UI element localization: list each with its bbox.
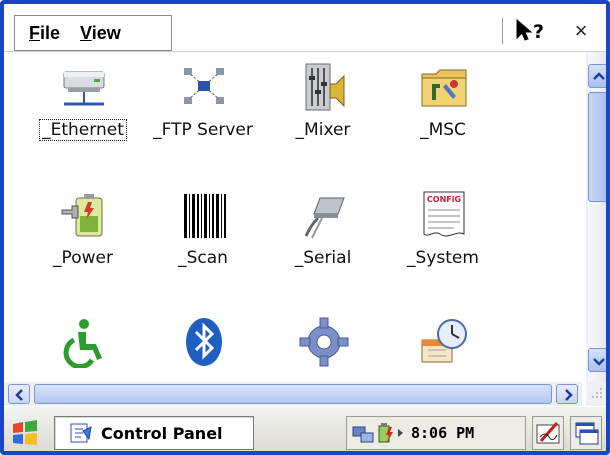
svg-text:CONFiG: CONFiG <box>427 195 461 204</box>
vertical-scroll-thumb[interactable] <box>588 92 606 202</box>
scroll-down-button[interactable] <box>588 348 606 372</box>
system-tray: 8:06 PM <box>346 416 526 450</box>
windows-flag-icon <box>13 420 37 445</box>
item-serial[interactable]: _Serial <box>264 188 382 298</box>
chevron-right-icon <box>565 389 573 401</box>
chevron-up-icon <box>593 72 605 80</box>
scroll-right-button[interactable] <box>556 384 578 404</box>
icon-label: _Mixer <box>295 120 351 140</box>
bluetooth-icon <box>186 318 222 366</box>
help-button[interactable]: ? <box>514 17 550 45</box>
close-button[interactable]: × <box>567 17 595 45</box>
item-ethernet[interactable]: _Ethernet <box>24 60 142 170</box>
icon-label: _FTP Server <box>153 120 253 140</box>
icon-label: _Scan <box>178 248 228 268</box>
svg-text:?: ? <box>533 21 544 43</box>
network-icon[interactable] <box>351 421 375 445</box>
menu-bar: File View ? × <box>4 4 606 52</box>
menu-view[interactable]: View <box>80 23 121 44</box>
barcode-icon <box>184 194 226 238</box>
scroll-left-button[interactable] <box>8 384 30 404</box>
menu-separator <box>502 18 503 44</box>
icon-label: _Serial <box>294 248 352 268</box>
menu-file[interactable]: File <box>29 23 60 44</box>
size-grip <box>586 382 606 406</box>
tray-arrow-icon[interactable] <box>395 421 407 445</box>
windows-stack-icon <box>575 422 599 445</box>
mixer-icon <box>305 63 345 111</box>
item-scan[interactable]: _Scan <box>144 188 262 298</box>
item-power[interactable]: _Power <box>24 188 142 298</box>
icon-label: _MSC <box>420 120 466 140</box>
ftp-server-icon <box>184 68 224 104</box>
gear-icon <box>299 317 349 367</box>
window-frame: File View ? × _Ethernet _FTP Server _Mix… <box>0 0 610 455</box>
grip-dots-icon <box>592 388 602 398</box>
item-ftp-server[interactable]: _FTP Server <box>144 60 262 170</box>
start-button[interactable] <box>10 419 40 447</box>
taskbar-app-control-panel[interactable]: Control Panel <box>54 416 254 450</box>
horizontal-scroll-thumb[interactable] <box>34 384 552 404</box>
accessibility-icon <box>63 319 102 368</box>
item-msc[interactable]: _MSC <box>384 60 502 170</box>
icon-label: _Power <box>53 248 113 268</box>
input-panel-button[interactable] <box>532 416 564 450</box>
menu-group: File View <box>14 15 172 51</box>
item-date-time[interactable] <box>384 314 502 382</box>
horizontal-scrollbar[interactable] <box>4 382 582 406</box>
item-settings[interactable] <box>264 314 382 382</box>
desktop-toggle-button[interactable] <box>570 416 602 450</box>
chevron-down-icon <box>593 358 605 366</box>
clock[interactable]: 8:06 PM <box>411 424 474 442</box>
item-mixer[interactable]: _Mixer <box>264 60 382 170</box>
icon-label: _Ethernet <box>39 119 127 141</box>
config-icon: CONFiG <box>423 191 465 237</box>
serial-cable-icon <box>304 197 345 239</box>
item-accessibility[interactable] <box>24 314 142 382</box>
control-panel-icon <box>70 423 92 443</box>
chevron-left-icon <box>15 389 23 401</box>
help-pointer-icon: ? <box>516 18 544 43</box>
icon-view: _Ethernet _FTP Server _Mixer _MSC _Power… <box>4 52 582 382</box>
item-system[interactable]: CONFiG _System <box>384 188 502 298</box>
taskbar-app-label: Control Panel <box>101 423 223 443</box>
msc-icon <box>421 69 467 107</box>
scroll-up-button[interactable] <box>588 64 606 88</box>
battery-icon[interactable] <box>375 421 395 445</box>
vertical-scrollbar[interactable] <box>586 52 606 382</box>
date-time-icon <box>421 319 467 363</box>
icon-label: _System <box>407 248 479 268</box>
power-icon <box>61 194 103 237</box>
pen-input-icon <box>536 422 560 444</box>
taskbar: Control Panel 8:06 PM <box>4 406 606 451</box>
item-bluetooth[interactable] <box>144 314 262 382</box>
ethernet-icon <box>63 71 105 106</box>
